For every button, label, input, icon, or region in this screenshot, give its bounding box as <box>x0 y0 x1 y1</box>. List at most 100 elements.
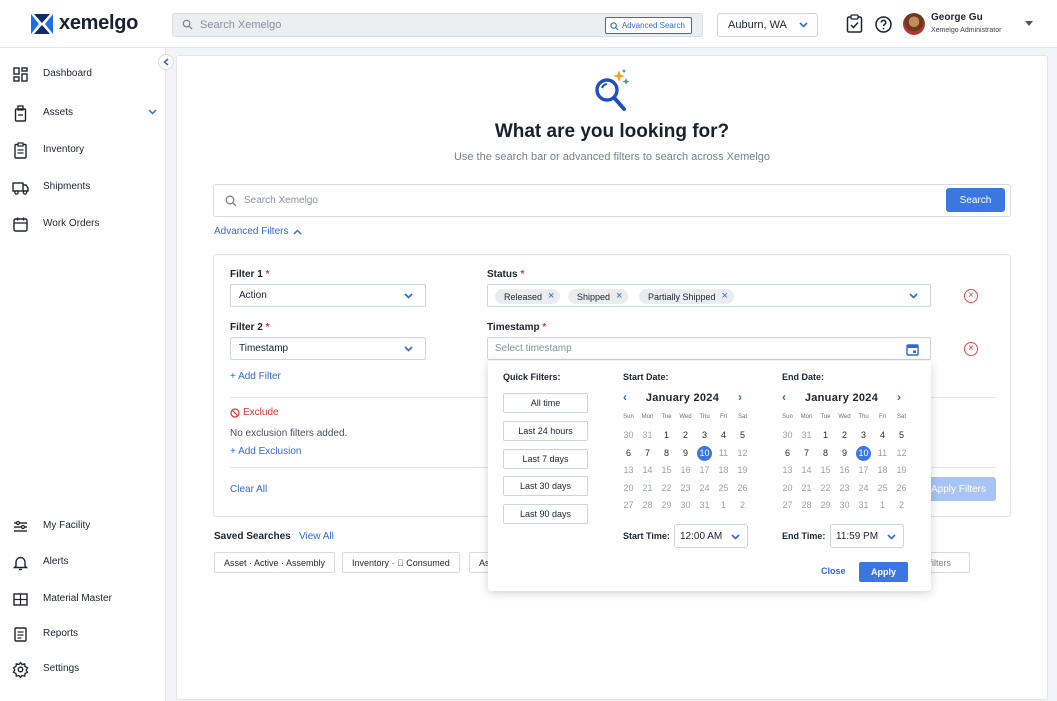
calendar-day[interactable]: 6 <box>778 446 797 461</box>
calendar-day[interactable]: 2 <box>676 428 695 443</box>
calendar-day[interactable]: 12 <box>733 446 752 461</box>
close-button[interactable]: Close <box>821 566 846 576</box>
calendar-day[interactable]: 3 <box>695 428 714 443</box>
sidebar-item-settings[interactable]: Settings <box>0 658 166 680</box>
help-icon[interactable] <box>875 16 892 33</box>
quick-filter-last-90-days[interactable]: Last 90 days <box>503 504 588 524</box>
calendar-day-selected[interactable]: 10 <box>695 445 714 461</box>
avatar[interactable] <box>903 13 925 35</box>
close-icon[interactable]: × <box>616 291 622 302</box>
status-multiselect[interactable]: Released × Shipped × Partially Shipped × <box>487 284 931 307</box>
calendar-day[interactable]: 1 <box>873 498 892 513</box>
calendar-day[interactable]: 15 <box>657 463 676 478</box>
calendar-day[interactable]: 2 <box>835 428 854 443</box>
status-chip-partially-shipped[interactable]: Partially Shipped × <box>639 289 734 304</box>
calendar-day[interactable]: 2 <box>733 498 752 513</box>
calendar-day[interactable]: 18 <box>714 463 733 478</box>
calendar-day[interactable]: 5 <box>892 428 911 443</box>
calendar-day[interactable]: 30 <box>619 428 638 443</box>
timestamp-input[interactable]: Select timestamp <box>487 337 931 360</box>
calendar-day[interactable]: 13 <box>778 463 797 478</box>
calendar-day[interactable]: 4 <box>714 428 733 443</box>
close-icon[interactable]: × <box>548 291 554 302</box>
advanced-search-button[interactable]: Advanced Search <box>604 17 692 34</box>
calendar-day[interactable]: 19 <box>892 463 911 478</box>
calendar-day[interactable]: 21 <box>638 481 657 496</box>
location-select[interactable]: Auburn, WA <box>717 13 818 37</box>
sidebar-item-alerts[interactable]: Alerts <box>0 551 166 573</box>
chevron-right-icon[interactable]: › <box>738 391 742 403</box>
calendar-day[interactable]: 21 <box>797 481 816 496</box>
start-time-select[interactable]: 12:00 AM <box>674 524 748 548</box>
sidebar-item-work-orders[interactable]: Work Orders <box>0 213 166 235</box>
calendar-day[interactable]: 29 <box>657 498 676 513</box>
calendar-day[interactable]: 1 <box>714 498 733 513</box>
saved-search-chip[interactable]: Inventory · ⃠ Consumed <box>342 552 460 573</box>
status-chip-released[interactable]: Released × <box>495 289 561 304</box>
search-button[interactable]: Search <box>946 188 1005 212</box>
chevron-down-icon[interactable] <box>148 109 157 115</box>
close-icon[interactable]: × <box>722 291 728 302</box>
calendar-day-selected[interactable]: 10 <box>854 445 873 461</box>
advanced-filters-toggle[interactable]: Advanced Filters <box>214 226 302 237</box>
calendar-day[interactable]: 23 <box>835 481 854 496</box>
calendar-day[interactable]: 31 <box>854 498 873 513</box>
calendar-day[interactable]: 4 <box>873 428 892 443</box>
calendar-day[interactable]: 31 <box>695 498 714 513</box>
calendar-day[interactable]: 8 <box>657 446 676 461</box>
calendar-day[interactable]: 3 <box>854 428 873 443</box>
calendar-day[interactable]: 16 <box>676 463 695 478</box>
sidebar-item-assets[interactable]: Assets <box>0 102 166 124</box>
calendar-day[interactable]: 22 <box>657 481 676 496</box>
calendar-day[interactable]: 13 <box>619 463 638 478</box>
calendar-icon[interactable] <box>906 343 919 356</box>
calendar-day[interactable]: 24 <box>695 481 714 496</box>
sidebar-item-shipments[interactable]: Shipments <box>0 176 166 198</box>
quick-filter-last-7-days[interactable]: Last 7 days <box>503 449 588 469</box>
clipboard-check-icon[interactable] <box>846 14 863 33</box>
calendar-day[interactable]: 28 <box>797 498 816 513</box>
quick-filter-last-24-hours[interactable]: Last 24 hours <box>503 421 588 441</box>
calendar-day[interactable]: 6 <box>619 446 638 461</box>
calendar-day[interactable]: 30 <box>676 498 695 513</box>
main-search-input[interactable]: Search Xemelgo <box>213 184 1011 217</box>
collapse-sidebar-button[interactable] <box>158 54 174 70</box>
calendar-day[interactable]: 30 <box>778 428 797 443</box>
filter-2-select[interactable]: Timestamp <box>230 337 426 360</box>
calendar-day[interactable]: 26 <box>892 481 911 496</box>
calendar-day[interactable]: 12 <box>892 446 911 461</box>
remove-filter-2-icon[interactable]: × <box>964 342 978 356</box>
calendar-day[interactable]: 7 <box>797 446 816 461</box>
calendar-day[interactable]: 15 <box>816 463 835 478</box>
end-time-select[interactable]: 11:59 PM <box>830 524 904 548</box>
quick-filter-last-30-days[interactable]: Last 30 days <box>503 476 588 496</box>
sidebar-item-reports[interactable]: Reports <box>0 623 166 645</box>
calendar-day[interactable]: 11 <box>714 446 733 461</box>
add-exclusion-link[interactable]: + Add Exclusion <box>230 446 301 457</box>
calendar-day[interactable]: 17 <box>695 463 714 478</box>
sidebar-item-material-master[interactable]: Material Master <box>0 588 166 610</box>
calendar-day[interactable]: 31 <box>797 428 816 443</box>
quick-filter-all-time[interactable]: All time <box>503 393 588 413</box>
xemelgo-logo[interactable]: xemelgo <box>31 12 138 35</box>
calendar-day[interactable]: 20 <box>619 481 638 496</box>
calendar-day[interactable]: 20 <box>778 481 797 496</box>
calendar-day[interactable]: 17 <box>854 463 873 478</box>
calendar-day[interactable]: 24 <box>854 481 873 496</box>
calendar-day[interactable]: 23 <box>676 481 695 496</box>
calendar-day[interactable]: 22 <box>816 481 835 496</box>
caret-down-icon[interactable] <box>1025 21 1033 26</box>
global-search-bar[interactable]: Search Xemelgo Advanced Search <box>172 13 703 37</box>
calendar-day[interactable]: 1 <box>816 428 835 443</box>
calendar-day[interactable]: 29 <box>816 498 835 513</box>
calendar-day[interactable]: 1 <box>657 428 676 443</box>
sidebar-item-dashboard[interactable]: Dashboard <box>0 63 166 85</box>
calendar-day[interactable]: 30 <box>835 498 854 513</box>
sidebar-item-my-facility[interactable]: My Facility <box>0 515 166 537</box>
chevron-right-icon[interactable]: › <box>897 391 901 403</box>
calendar-day[interactable]: 11 <box>873 446 892 461</box>
calendar-day[interactable]: 9 <box>676 446 695 461</box>
calendar-day[interactable]: 25 <box>714 481 733 496</box>
calendar-day[interactable]: 14 <box>797 463 816 478</box>
sidebar-item-inventory[interactable]: Inventory <box>0 139 166 161</box>
